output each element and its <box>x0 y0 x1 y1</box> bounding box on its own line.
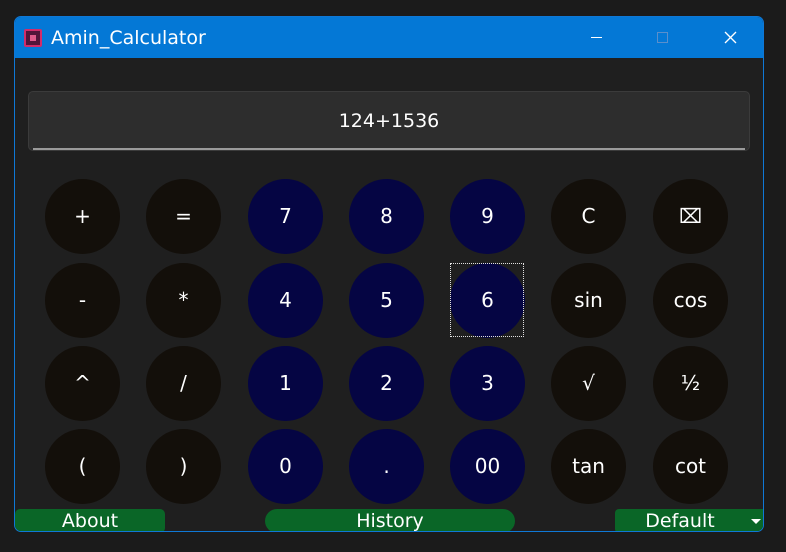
mode-dropdown[interactable]: Default <box>615 509 763 532</box>
title-bar[interactable]: Amin_Calculator <box>15 17 763 58</box>
key-half-button[interactable]: ½ <box>653 346 728 421</box>
key-close-paren-button[interactable]: ) <box>146 429 221 504</box>
key-sin-button[interactable]: sin <box>551 263 626 338</box>
key-4-button[interactable]: 4 <box>248 263 323 338</box>
key-divide-button[interactable]: / <box>146 346 221 421</box>
key-decimal-button[interactable]: . <box>349 429 424 504</box>
maximize-button[interactable] <box>629 17 695 58</box>
key-0-button[interactable]: 0 <box>248 429 323 504</box>
key-open-paren-button[interactable]: ( <box>45 429 120 504</box>
focus-indicator <box>450 263 524 337</box>
display-underline <box>33 148 745 150</box>
key-clear-button[interactable]: C <box>551 179 626 254</box>
chevron-down-icon <box>751 519 761 524</box>
key-2-button[interactable]: 2 <box>349 346 424 421</box>
window-title: Amin_Calculator <box>51 27 206 49</box>
key-cos-button[interactable]: cos <box>653 263 728 338</box>
mode-dropdown-value: Default <box>645 510 715 532</box>
key-backspace-button[interactable]: ⌧ <box>653 179 728 254</box>
key-8-button[interactable]: 8 <box>349 179 424 254</box>
expression-display[interactable]: 124+1536 <box>28 91 750 151</box>
close-icon <box>724 31 737 44</box>
key-5-button[interactable]: 5 <box>349 263 424 338</box>
key-equals-button[interactable]: = <box>146 179 221 254</box>
key-1-button[interactable]: 1 <box>248 346 323 421</box>
key-cot-button[interactable]: cot <box>653 429 728 504</box>
key-plus-button[interactable]: + <box>45 179 120 254</box>
key-power-button[interactable]: ^ <box>45 346 120 421</box>
key-7-button[interactable]: 7 <box>248 179 323 254</box>
key-multiply-button[interactable]: * <box>146 263 221 338</box>
minimize-button[interactable] <box>563 17 629 58</box>
app-icon <box>24 29 42 47</box>
key-minus-button[interactable]: - <box>45 263 120 338</box>
calculator-window: Amin_Calculator 124+1536 + = 7 8 9 C ⌧ - * 4 5 6 sin… <box>14 16 764 532</box>
key-3-button[interactable]: 3 <box>450 346 525 421</box>
expression-text: 124+1536 <box>338 110 440 132</box>
key-tan-button[interactable]: tan <box>551 429 626 504</box>
minimize-icon <box>591 37 602 38</box>
key-00-button[interactable]: 00 <box>450 429 525 504</box>
key-sqrt-button[interactable]: √ <box>551 346 626 421</box>
close-button[interactable] <box>697 17 763 58</box>
maximize-icon <box>657 32 668 43</box>
key-9-button[interactable]: 9 <box>450 179 525 254</box>
about-button[interactable]: About <box>15 509 165 531</box>
history-button[interactable]: History <box>265 509 515 531</box>
dropdown-arrow-button[interactable] <box>747 509 763 531</box>
